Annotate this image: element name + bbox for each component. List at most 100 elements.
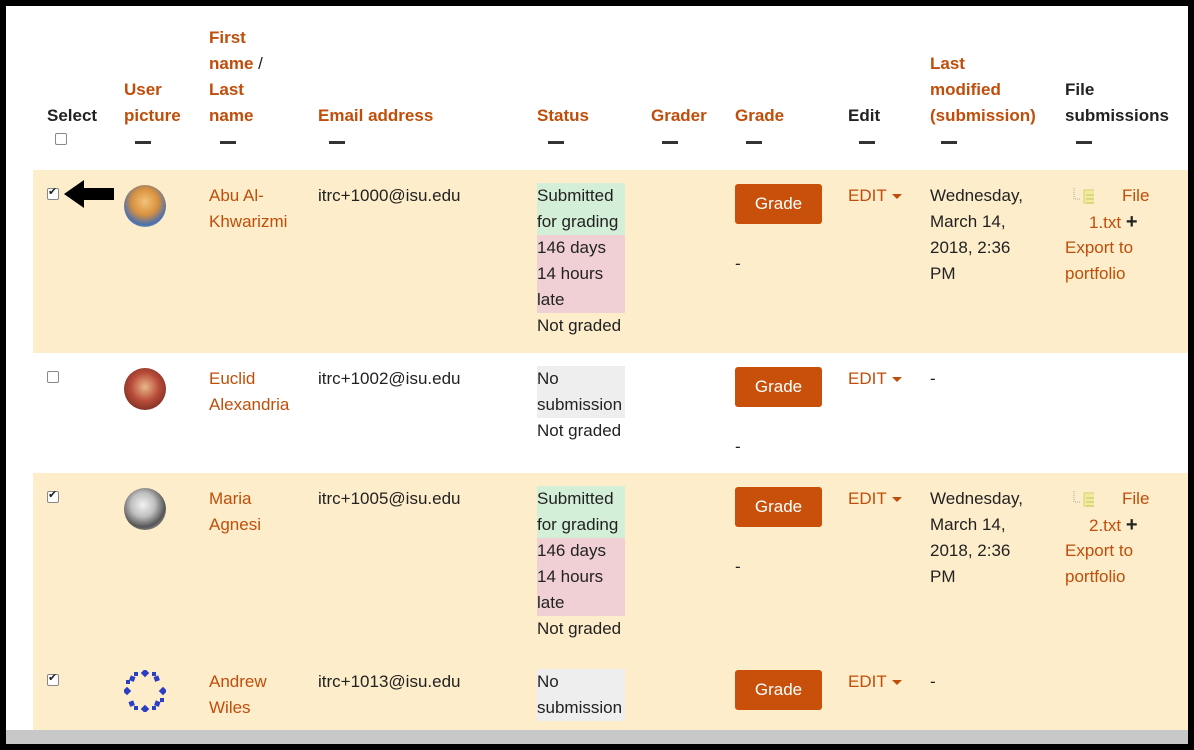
row-select-checkbox[interactable] bbox=[47, 371, 59, 383]
header-last-name-line2[interactable]: name bbox=[209, 103, 263, 129]
last-modified: - bbox=[930, 672, 936, 691]
avatar[interactable] bbox=[124, 368, 166, 410]
export-portfolio-link[interactable]: Export to portfolio bbox=[1065, 235, 1133, 287]
header-first-name[interactable]: First bbox=[209, 25, 263, 51]
email-text: itrc+1002@isu.edu bbox=[318, 369, 461, 388]
select-all-checkbox[interactable] bbox=[55, 133, 67, 145]
header-grader[interactable]: Grader bbox=[651, 103, 707, 129]
status-graded: Not graded bbox=[537, 619, 622, 638]
last-modified-line3: 2018, 2:36 bbox=[930, 238, 1011, 257]
status-late-line2: 14 hours bbox=[537, 264, 604, 283]
caret-down-icon bbox=[891, 194, 902, 200]
last-modified: Wednesday, March 14, 2018, 2:36 PM bbox=[930, 486, 1023, 590]
header-email[interactable]: Email address bbox=[318, 103, 433, 129]
student-name-link[interactable]: Euclid Alexandria bbox=[209, 366, 289, 418]
caret-down-icon bbox=[891, 377, 902, 383]
header-name: First name / Last name bbox=[209, 25, 263, 129]
edit-menu-label: EDIT bbox=[848, 186, 887, 205]
header-first-name-line1: First bbox=[209, 28, 246, 47]
student-name-line1: Euclid bbox=[209, 369, 256, 388]
export-line1: Export to bbox=[1065, 541, 1134, 560]
status-submitted: Submitted for grading bbox=[537, 183, 625, 235]
grade-button[interactable]: Grade bbox=[735, 487, 822, 527]
last-modified: - bbox=[930, 369, 936, 388]
file-link-line2[interactable]: 1.txt bbox=[1089, 213, 1121, 232]
file-link-line2[interactable]: 2.txt bbox=[1089, 516, 1121, 535]
edit-menu-label: EDIT bbox=[848, 672, 887, 691]
status-late-line1: 146 days bbox=[537, 541, 606, 560]
header-user-picture-line2: picture bbox=[124, 106, 181, 125]
collapse-grader-icon[interactable] bbox=[662, 141, 678, 144]
header-file-submissions: File submissions bbox=[1065, 77, 1169, 129]
collapse-grade-icon[interactable] bbox=[746, 141, 762, 144]
collapse-edit-icon[interactable] bbox=[859, 141, 875, 144]
status-nosub-line1: No bbox=[537, 672, 559, 691]
student-name-line2: Agnesi bbox=[209, 515, 261, 534]
header-last-modified-line3: (submission) bbox=[930, 106, 1036, 125]
student-name-link[interactable]: Andrew Wiles bbox=[209, 669, 267, 721]
last-modified-line2: March 14, bbox=[930, 212, 1006, 231]
file-link-row: 2.txt + bbox=[1089, 512, 1138, 539]
edit-menu[interactable]: EDIT bbox=[848, 669, 902, 695]
edit-menu[interactable]: EDIT bbox=[848, 366, 902, 392]
email-text: itrc+1013@isu.edu bbox=[318, 672, 461, 691]
plus-icon[interactable]: + bbox=[1126, 514, 1138, 536]
collapse-status-icon[interactable] bbox=[548, 141, 564, 144]
edit-menu[interactable]: EDIT bbox=[848, 183, 902, 209]
header-last-modified-line2: modified bbox=[930, 80, 1001, 99]
collapse-file-submissions-icon[interactable] bbox=[1076, 141, 1092, 144]
last-modified-line1: Wednesday, bbox=[930, 186, 1023, 205]
plus-icon[interactable]: + bbox=[1126, 211, 1138, 233]
header-status[interactable]: Status bbox=[537, 103, 589, 129]
status-late-line3: late bbox=[537, 290, 565, 309]
student-name-link[interactable]: Maria Agnesi bbox=[209, 486, 261, 538]
status-nosub-line2: submission bbox=[537, 698, 623, 717]
status-cell: Submitted for grading 146 days 14 hours … bbox=[537, 183, 625, 339]
status-late: 146 days 14 hours late bbox=[537, 538, 625, 616]
student-name-line2: Alexandria bbox=[209, 395, 290, 414]
row-select-checkbox[interactable] bbox=[47, 671, 59, 686]
student-name-line2: Khwarizmi bbox=[209, 212, 288, 231]
status-submitted-line1: Submitted bbox=[537, 489, 614, 508]
header-first-name-line2[interactable]: name bbox=[209, 54, 253, 73]
row-select-checkbox[interactable] bbox=[47, 488, 59, 503]
horizontal-scrollbar[interactable] bbox=[6, 730, 1188, 744]
student-name-link[interactable]: Abu Al- Khwarizmi bbox=[209, 183, 287, 235]
avatar[interactable] bbox=[124, 185, 166, 227]
file-link-line1[interactable]: File bbox=[1122, 183, 1149, 209]
file-link-line1[interactable]: File bbox=[1122, 486, 1149, 512]
collapse-name-icon[interactable] bbox=[220, 141, 236, 144]
collapse-user-picture-icon[interactable] bbox=[135, 141, 151, 144]
grade-button[interactable]: Grade bbox=[735, 367, 822, 407]
grade-value: - bbox=[735, 254, 741, 273]
header-last-name-line1[interactable]: Last bbox=[209, 77, 263, 103]
edit-menu[interactable]: EDIT bbox=[848, 486, 902, 512]
header-file-submissions-line2: submissions bbox=[1065, 106, 1169, 125]
header-user-picture[interactable]: User picture bbox=[124, 77, 181, 129]
header-last-modified[interactable]: Last modified (submission) bbox=[930, 51, 1036, 129]
file-icon bbox=[1073, 188, 1094, 204]
header-grade[interactable]: Grade bbox=[735, 103, 784, 129]
status-late: 146 days 14 hours late bbox=[537, 235, 625, 313]
last-modified-line4: PM bbox=[930, 567, 956, 586]
status-submitted-line1: Submitted bbox=[537, 186, 614, 205]
status-late-line1: 146 days bbox=[537, 238, 606, 257]
row-select-checkbox[interactable] bbox=[47, 185, 59, 200]
student-name-line1: Andrew bbox=[209, 672, 267, 691]
collapse-last-modified-icon[interactable] bbox=[941, 141, 957, 144]
collapse-email-icon[interactable] bbox=[329, 141, 345, 144]
avatar[interactable] bbox=[124, 488, 166, 530]
export-line2: portfolio bbox=[1065, 264, 1126, 283]
grade-button[interactable]: Grade bbox=[735, 184, 822, 224]
header-file-submissions-line1: File bbox=[1065, 80, 1095, 99]
edit-menu-label: EDIT bbox=[848, 489, 887, 508]
grade-button[interactable]: Grade bbox=[735, 670, 822, 710]
status-submitted-line2: for grading bbox=[537, 515, 619, 534]
status-nosub-line1: No bbox=[537, 369, 559, 388]
export-portfolio-link[interactable]: Export to portfolio bbox=[1065, 538, 1133, 590]
status-submitted: Submitted for grading bbox=[537, 486, 625, 538]
avatar[interactable] bbox=[124, 670, 166, 712]
grade-value: - bbox=[735, 437, 741, 456]
student-name-line2: Wiles bbox=[209, 698, 251, 717]
status-nosub-line2: submission bbox=[537, 395, 623, 414]
